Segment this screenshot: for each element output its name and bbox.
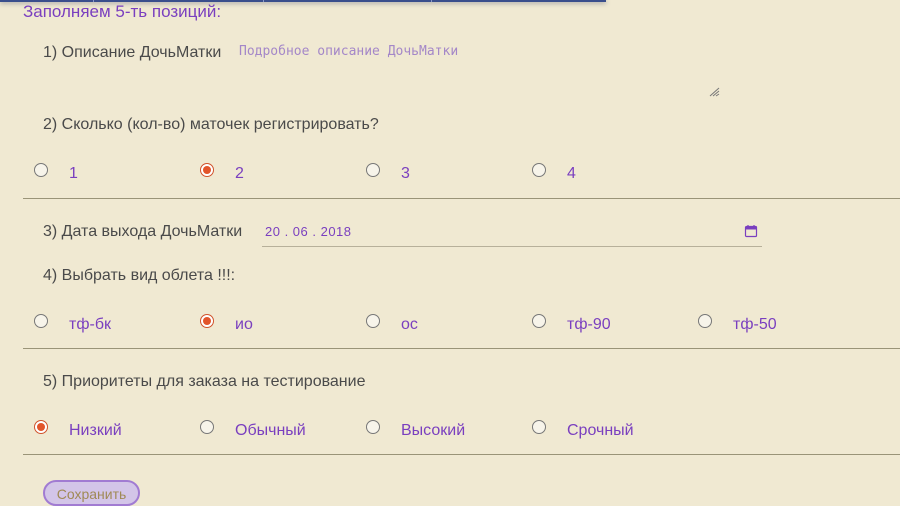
flight-option-os-label[interactable]: ос	[401, 316, 418, 334]
calendar-icon[interactable]	[744, 224, 758, 238]
resize-grip-icon[interactable]	[709, 87, 720, 97]
priority-radio-low[interactable]	[34, 420, 48, 434]
count-radio-1[interactable]	[34, 163, 48, 177]
priority-option-urgent-label[interactable]: Срочный	[567, 422, 634, 440]
flight-option-tf-90-label[interactable]: тф-90	[567, 316, 611, 334]
date-input[interactable]: 20 . 06 . 2018	[262, 219, 762, 247]
top-bar-divider	[431, 0, 432, 2]
divider	[23, 454, 900, 455]
q5-label: 5) Приоритеты для заказа на тестирование	[43, 373, 366, 390]
count-radio-2[interactable]	[200, 163, 214, 177]
count-option-3-label[interactable]: 3	[401, 165, 410, 183]
priority-option-normal-label[interactable]: Обычный	[235, 422, 306, 440]
count-radio-group: 1 2 3 4	[0, 163, 900, 183]
divider	[23, 348, 900, 349]
flight-radio-os[interactable]	[366, 314, 380, 328]
count-radio-3[interactable]	[366, 163, 380, 177]
count-radio-4[interactable]	[532, 163, 546, 177]
save-button[interactable]: Сохранить	[43, 480, 140, 506]
flight-option-tf-50-label[interactable]: тф-50	[733, 316, 777, 334]
priority-radio-normal[interactable]	[200, 420, 214, 434]
priority-radio-group: Низкий Обычный Высокий Срочный	[0, 420, 900, 440]
priority-option-high-label[interactable]: Высокий	[401, 422, 465, 440]
priority-option-low-label[interactable]: Низкий	[69, 422, 122, 440]
flight-radio-tf-bk[interactable]	[34, 314, 48, 328]
flight-type-radio-group: тф-бк ио ос тф-90 тф-50	[0, 314, 900, 334]
priority-radio-urgent[interactable]	[532, 420, 546, 434]
count-option-1-label[interactable]: 1	[69, 165, 78, 183]
date-value[interactable]: 20 . 06 . 2018	[265, 224, 352, 239]
q3-label: 3) Дата выхода ДочьМатки	[43, 223, 243, 240]
divider	[23, 198, 900, 199]
top-bar-divider	[263, 0, 264, 2]
count-option-2-label[interactable]: 2	[235, 165, 244, 183]
flight-radio-io[interactable]	[200, 314, 214, 328]
description-textarea[interactable]	[233, 38, 721, 98]
q2-label: 2) Сколько (кол-во) маточек регистрирова…	[43, 116, 379, 133]
form-heading: Заполняем 5-ть позиций:	[23, 2, 222, 21]
q4-label: 4) Выбрать вид облета !!!:	[43, 267, 236, 284]
flight-radio-tf-50[interactable]	[698, 314, 712, 328]
flight-radio-tf-90[interactable]	[532, 314, 546, 328]
priority-radio-high[interactable]	[366, 420, 380, 434]
flight-option-tf-bk-label[interactable]: тф-бк	[69, 316, 111, 334]
flight-option-io-label[interactable]: ио	[235, 316, 253, 334]
count-option-4-label[interactable]: 4	[567, 165, 576, 183]
q1-label: 1) Описание ДочьМатки	[43, 44, 222, 61]
